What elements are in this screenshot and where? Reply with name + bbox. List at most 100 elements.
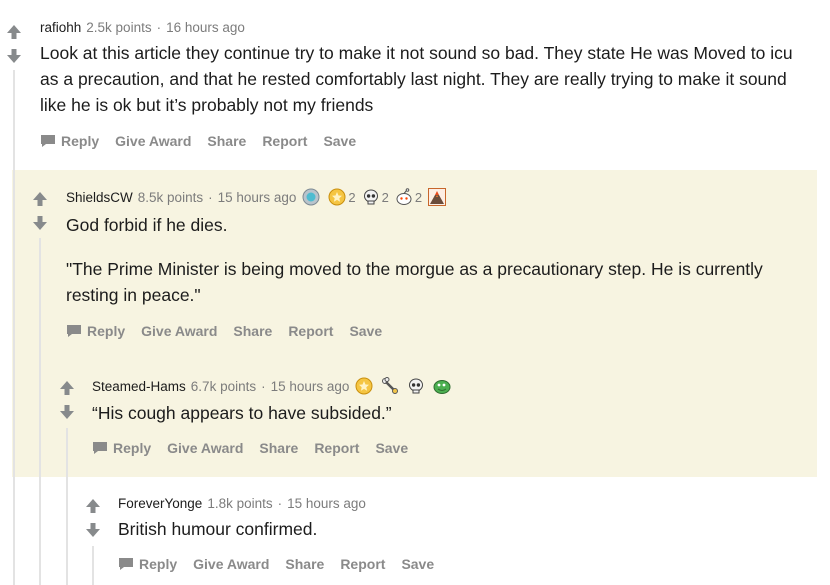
- speech-bubble-icon: [93, 442, 107, 454]
- reply-label: Reply: [87, 323, 126, 339]
- report-button[interactable]: Report: [288, 323, 333, 339]
- share-button[interactable]: Share: [259, 440, 298, 456]
- comment-actions: Reply Give Award Share Report Save: [92, 440, 812, 456]
- comment-points: 8.5k points: [137, 189, 204, 205]
- award-list: [355, 377, 459, 395]
- comment: ForeverYonge 1.8k points · 15 hours ago …: [118, 496, 818, 572]
- reply-button[interactable]: Reply: [40, 133, 99, 149]
- downvote-icon[interactable]: [85, 522, 101, 538]
- speech-bubble-icon: [41, 135, 55, 147]
- report-button[interactable]: Report: [314, 440, 359, 456]
- comment-body: “His cough appears to have subsided.”: [92, 400, 812, 426]
- award[interactable]: [355, 377, 378, 395]
- comment-paragraph: British humour confirmed.: [118, 519, 318, 539]
- comment-points: 2.5k points: [86, 20, 152, 35]
- award[interactable]: [428, 188, 451, 206]
- vote-controls: [59, 380, 75, 420]
- save-button[interactable]: Save: [349, 323, 382, 339]
- comment-paragraph: Look at this article they continue try t…: [40, 43, 793, 115]
- comment-actions: Reply Give Award Share Report Save: [118, 556, 818, 572]
- comment-author[interactable]: Steamed-Hams: [92, 379, 186, 394]
- comment: ShieldsCW 8.5k points · 15 hours ago 2 2…: [66, 188, 816, 339]
- reply-label: Reply: [139, 556, 178, 572]
- downvote-icon[interactable]: [32, 215, 48, 231]
- meta-separator: ·: [261, 378, 266, 394]
- comment: Steamed-Hams 6.7k points · 15 hours ago: [92, 377, 812, 456]
- gold-award-icon: [355, 377, 373, 395]
- volcano-award-icon: [428, 188, 447, 206]
- speech-bubble-icon: [67, 325, 81, 337]
- comment-actions: Reply Give Award Share Report Save: [66, 323, 816, 339]
- thread-line[interactable]: [13, 70, 15, 585]
- meta-separator: ·: [156, 20, 162, 35]
- upvote-icon[interactable]: [59, 380, 75, 396]
- bone-award-icon: [382, 377, 399, 394]
- skull-award-icon: [409, 378, 424, 394]
- comment-points: 6.7k points: [190, 378, 257, 394]
- comment-paragraph: "The Prime Minister is being moved to th…: [66, 259, 763, 305]
- gold-award-icon: [328, 188, 346, 206]
- upvote-icon[interactable]: [32, 191, 48, 207]
- award[interactable]: [433, 377, 456, 395]
- upvote-icon[interactable]: [6, 24, 22, 40]
- silver-award-icon: [302, 188, 320, 206]
- award-count: 2: [414, 189, 423, 205]
- downvote-icon[interactable]: [59, 404, 75, 420]
- save-button[interactable]: Save: [401, 556, 434, 572]
- comment-author[interactable]: ForeverYonge: [118, 496, 202, 511]
- comment-timestamp[interactable]: 15 hours ago: [218, 190, 297, 205]
- comment-body: God forbid if he dies. "The Prime Minist…: [66, 212, 811, 308]
- reply-label: Reply: [61, 133, 100, 149]
- give-award-button[interactable]: Give Award: [115, 133, 191, 149]
- comment-meta: Steamed-Hams 6.7k points · 15 hours ago: [92, 377, 812, 395]
- comment-meta: ShieldsCW 8.5k points · 15 hours ago 2 2…: [66, 188, 816, 206]
- reply-label: Reply: [113, 440, 152, 456]
- share-button[interactable]: Share: [233, 323, 272, 339]
- comment-author[interactable]: rafiohh: [40, 20, 81, 35]
- comment-points: 1.8k points: [207, 496, 273, 511]
- award[interactable]: 2: [395, 188, 425, 206]
- frog-award-icon: [433, 380, 451, 394]
- award[interactable]: 2: [328, 188, 358, 206]
- award-count: 2: [381, 189, 389, 205]
- report-button[interactable]: Report: [262, 133, 307, 149]
- comment-meta: ForeverYonge 1.8k points · 15 hours ago: [118, 496, 818, 511]
- vote-controls: [6, 24, 22, 64]
- comment-timestamp[interactable]: 16 hours ago: [166, 20, 245, 35]
- upvote-icon[interactable]: [85, 498, 101, 514]
- share-button[interactable]: Share: [285, 556, 324, 572]
- comment-actions: Reply Give Award Share Report Save: [40, 133, 820, 149]
- award-count: 2: [348, 189, 356, 205]
- award[interactable]: 2: [362, 188, 392, 206]
- award-list: 2 2 2: [302, 188, 454, 206]
- comment-paragraph: “His cough appears to have subsided.”: [92, 403, 392, 423]
- save-button[interactable]: Save: [375, 440, 408, 456]
- comment-body: British humour confirmed.: [118, 516, 818, 542]
- thread-line[interactable]: [66, 428, 68, 585]
- award[interactable]: [407, 377, 430, 395]
- comment-timestamp[interactable]: 15 hours ago: [287, 496, 366, 511]
- comment-meta: rafiohh 2.5k points · 16 hours ago: [40, 20, 820, 35]
- give-award-button[interactable]: Give Award: [167, 440, 243, 456]
- thread-line[interactable]: [92, 546, 94, 585]
- thread-line[interactable]: [39, 238, 41, 585]
- comment-author[interactable]: ShieldsCW: [66, 190, 133, 205]
- meta-separator: ·: [208, 189, 213, 205]
- comment-paragraph: God forbid if he dies.: [66, 215, 228, 235]
- give-award-button[interactable]: Give Award: [141, 323, 217, 339]
- reply-button[interactable]: Reply: [92, 440, 151, 456]
- award[interactable]: [381, 377, 404, 395]
- reply-button[interactable]: Reply: [66, 323, 125, 339]
- downvote-icon[interactable]: [6, 48, 22, 64]
- comment-timestamp[interactable]: 15 hours ago: [271, 379, 350, 394]
- share-button[interactable]: Share: [207, 133, 246, 149]
- save-button[interactable]: Save: [323, 133, 356, 149]
- comment: rafiohh 2.5k points · 16 hours ago Look …: [40, 20, 820, 149]
- snoo-award-icon: [396, 188, 412, 205]
- give-award-button[interactable]: Give Award: [193, 556, 269, 572]
- award[interactable]: [302, 188, 325, 206]
- reply-button[interactable]: Reply: [118, 556, 177, 572]
- meta-separator: ·: [277, 496, 283, 511]
- report-button[interactable]: Report: [340, 556, 385, 572]
- speech-bubble-icon: [119, 558, 133, 570]
